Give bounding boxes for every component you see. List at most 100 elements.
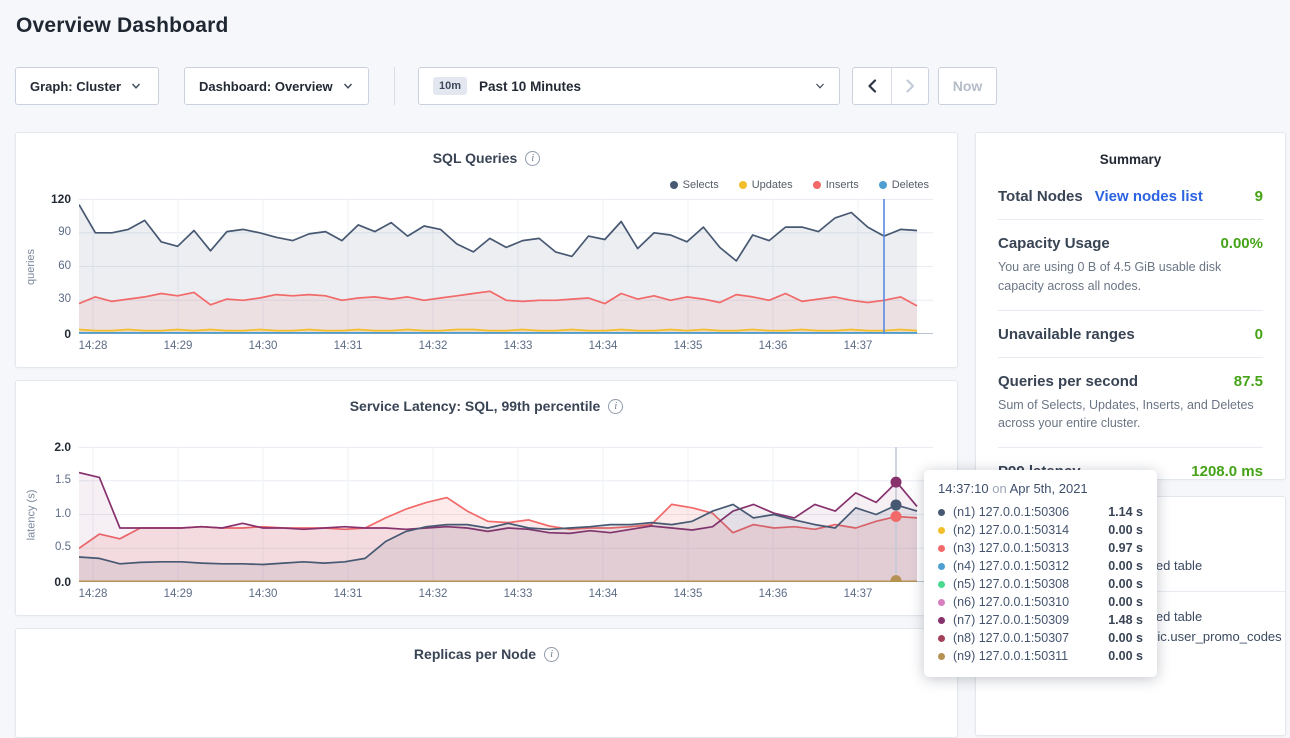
total-nodes-label: Total Nodes — [998, 188, 1083, 205]
node-latency-value: 0.00 s — [1108, 649, 1143, 663]
tooltip-date: Apr 5th, 2021 — [1010, 481, 1088, 496]
sql-queries-plot[interactable]: 030609012014:2814:2914:3014:3114:3214:33… — [79, 199, 933, 334]
x-axis-tick-label: 14:36 — [750, 588, 796, 600]
summary-row-capacity: Capacity Usage 0.00% You are using 0 B o… — [998, 220, 1263, 311]
unavailable-ranges-label: Unavailable ranges — [998, 326, 1135, 343]
replicas-per-node-chart-card: Replicas per Node i — [15, 628, 958, 738]
summary-rows: Total Nodes View nodes list 9 Capacity U… — [976, 167, 1285, 480]
x-axis-tick-label: 14:28 — [70, 340, 116, 352]
capacity-usage-description: You are using 0 B of 4.5 GiB usable disk… — [998, 258, 1263, 296]
tooltip-timestamp: 14:37:10 on Apr 5th, 2021 — [938, 481, 1143, 496]
overview-dashboard-page: { "page_title": "Overview Dashboard", "t… — [0, 0, 1290, 689]
tooltip-node-row: (n8) 127.0.0.1:503070.00 s — [938, 629, 1143, 647]
time-range-picker[interactable]: 10m Past 10 Minutes — [418, 67, 840, 105]
now-button[interactable]: Now — [938, 67, 997, 105]
service-latency-plot[interactable]: 0.00.51.01.52.014:2814:2914:3014:3114:32… — [79, 447, 933, 582]
replicas-title: Replicas per Node — [414, 646, 536, 662]
next-range-button[interactable] — [891, 68, 929, 104]
x-axis-tick-label: 14:33 — [495, 588, 541, 600]
info-icon[interactable]: i — [608, 399, 623, 414]
legend-item-selects[interactable]: Selects — [670, 179, 719, 191]
replicas-title-row: Replicas per Node i — [16, 629, 957, 662]
node-latency-value: 0.00 s — [1108, 559, 1143, 573]
x-axis-tick-label: 14:34 — [580, 340, 626, 352]
summary-panel-title: Summary — [976, 133, 1285, 167]
x-axis-tick-label: 14:29 — [155, 340, 201, 352]
x-axis-tick-label: 14:37 — [835, 340, 881, 352]
x-axis-tick-label: 14:31 — [325, 340, 371, 352]
legend-item-inserts[interactable]: Inserts — [813, 179, 859, 191]
legend-label: Inserts — [826, 179, 859, 191]
p99-latency-value: 1208.0 ms — [1191, 463, 1263, 480]
tooltip-rows: (n1) 127.0.0.1:503061.14 s(n2) 127.0.0.1… — [938, 503, 1143, 665]
qps-value: 87.5 — [1234, 373, 1263, 390]
chevron-left-icon — [866, 79, 878, 93]
node-color-dot — [938, 509, 945, 516]
x-axis-tick-label: 14:29 — [155, 588, 201, 600]
chevron-right-icon — [904, 79, 916, 93]
view-nodes-list-link[interactable]: View nodes list — [1095, 188, 1203, 205]
y-axis-title: queries — [23, 199, 39, 334]
node-color-dot — [938, 563, 945, 570]
node-address: (n4) 127.0.0.1:50312 — [953, 559, 1069, 573]
legend-item-updates[interactable]: Updates — [739, 179, 793, 191]
legend-dot — [670, 181, 678, 189]
y-axis-title: latency (s) — [23, 447, 39, 582]
x-axis-tick-label: 14:30 — [240, 340, 286, 352]
legend-item-deletes[interactable]: Deletes — [879, 179, 929, 191]
service-latency-chart-card: Service Latency: SQL, 99th percentile i 0… — [15, 380, 958, 616]
total-nodes-value: 9 — [1255, 188, 1263, 205]
x-axis-tick-label: 14:33 — [495, 340, 541, 352]
unavailable-ranges-value: 0 — [1255, 326, 1263, 343]
info-icon[interactable]: i — [525, 151, 540, 166]
summary-panel: Summary Total Nodes View nodes list 9 Ca… — [975, 132, 1286, 480]
node-color-dot — [938, 617, 945, 624]
info-icon[interactable]: i — [544, 647, 559, 662]
chevron-down-icon — [131, 81, 141, 91]
node-address: (n6) 127.0.0.1:50310 — [953, 595, 1069, 609]
sql-queries-title-row: SQL Queriesi — [16, 133, 957, 166]
tooltip-on-word: on — [992, 481, 1006, 496]
node-color-dot — [938, 599, 945, 606]
qps-label: Queries per second — [998, 373, 1138, 390]
tooltip-node-row: (n4) 127.0.0.1:50312 0.00 s — [938, 557, 1143, 575]
toolbar-divider — [394, 67, 395, 105]
legend-dot — [879, 181, 887, 189]
dashboard-dropdown[interactable]: Dashboard: Overview — [184, 67, 369, 105]
node-latency-value: 0.00 s — [1108, 577, 1143, 591]
x-axis-tick-label: 14:35 — [665, 588, 711, 600]
node-color-dot — [938, 527, 945, 534]
x-axis-tick-label: 14:37 — [835, 588, 881, 600]
tooltip-time: 14:37:10 — [938, 481, 989, 496]
dashboard-dropdown-label: Dashboard: Overview — [199, 79, 333, 94]
summary-row-unavailable-ranges: Unavailable ranges 0 — [998, 311, 1263, 358]
qps-description: Sum of Selects, Updates, Inserts, and De… — [998, 396, 1263, 434]
latency-hover-tooltip: 14:37:10 on Apr 5th, 2021 (n1) 127.0.0.1… — [924, 470, 1157, 677]
node-latency-value: 0.97 s — [1108, 541, 1143, 555]
node-address: (n1) 127.0.0.1:50306 — [953, 505, 1069, 519]
summary-row-qps: Queries per second 87.5 Sum of Selects, … — [998, 358, 1263, 449]
legend-label: Updates — [752, 179, 793, 191]
node-latency-value: 1.48 s — [1108, 613, 1143, 627]
node-latency-value: 0.00 s — [1108, 523, 1143, 537]
x-axis-tick-label: 14:32 — [410, 588, 456, 600]
previous-range-button[interactable] — [853, 68, 891, 104]
service-latency-title: Service Latency: SQL, 99th percentile — [350, 398, 601, 414]
legend-label: Selects — [683, 179, 719, 191]
chevron-down-icon — [343, 81, 353, 91]
x-axis-tick-label: 14:31 — [325, 588, 371, 600]
x-axis-tick-label: 14:36 — [750, 340, 796, 352]
graph-scope-dropdown[interactable]: Graph: Cluster — [15, 67, 159, 105]
time-range-badge: 10m — [433, 77, 467, 95]
x-axis-tick-label: 14:30 — [240, 588, 286, 600]
node-color-dot — [938, 545, 945, 552]
node-address: (n5) 127.0.0.1:50308 — [953, 577, 1069, 591]
x-axis-tick-label: 14:34 — [580, 588, 626, 600]
x-axis-tick-label: 14:32 — [410, 340, 456, 352]
node-color-dot — [938, 635, 945, 642]
node-address: (n9) 127.0.0.1:50311 — [953, 649, 1068, 663]
tooltip-node-row: (n3) 127.0.0.1:50313 0.97 s — [938, 539, 1143, 557]
time-range-nav-group — [852, 67, 929, 105]
legend-label: Deletes — [892, 179, 929, 191]
node-address: (n3) 127.0.0.1:50313 — [953, 541, 1069, 555]
